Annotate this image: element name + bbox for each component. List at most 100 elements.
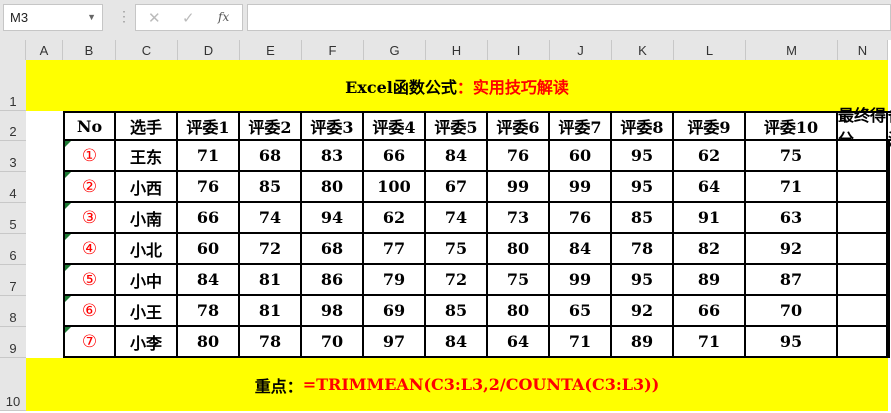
score-cell[interactable]: 60 [550, 141, 612, 172]
score-cell[interactable]: 80 [178, 327, 240, 358]
score-cell[interactable]: 66 [674, 296, 746, 327]
score-cell[interactable]: 65 [550, 296, 612, 327]
no-cell[interactable]: ① [63, 141, 116, 172]
score-cell[interactable]: 73 [488, 203, 550, 234]
select-all-button[interactable] [0, 40, 26, 60]
final-score-cell[interactable] [838, 141, 888, 172]
score-cell[interactable]: 81 [240, 265, 302, 296]
row-header-7[interactable]: 7 [0, 265, 26, 296]
remark-cell[interactable] [888, 265, 890, 296]
formula-input[interactable] [247, 4, 891, 31]
column-header-I[interactable]: I [488, 40, 550, 60]
score-cell[interactable]: 95 [612, 265, 674, 296]
enter-icon[interactable]: ✓ [182, 9, 195, 27]
score-cell[interactable]: 84 [426, 327, 488, 358]
column-header-H[interactable]: H [426, 40, 488, 60]
column-header-C[interactable]: C [116, 40, 178, 60]
score-cell[interactable]: 100 [364, 172, 426, 203]
score-cell[interactable]: 95 [612, 141, 674, 172]
column-header-D[interactable]: D [178, 40, 240, 60]
header-cell[interactable]: 评委2 [240, 111, 302, 141]
score-cell[interactable]: 66 [364, 141, 426, 172]
remark-cell[interactable] [888, 172, 890, 203]
score-cell[interactable]: 99 [550, 172, 612, 203]
no-cell[interactable]: ⑤ [63, 265, 116, 296]
score-cell[interactable]: 60 [178, 234, 240, 265]
column-header-N[interactable]: N [838, 40, 888, 60]
score-cell[interactable]: 67 [426, 172, 488, 203]
remark-cell[interactable] [888, 203, 890, 234]
score-cell[interactable]: 77 [364, 234, 426, 265]
score-cell[interactable]: 75 [426, 234, 488, 265]
remark-cell[interactable] [888, 141, 890, 172]
title-cell[interactable]: Excel函数公式 ：实用技巧解读 [26, 60, 888, 111]
column-header-K[interactable]: K [612, 40, 674, 60]
name-cell[interactable]: 小王 [116, 296, 178, 327]
name-cell[interactable]: 小中 [116, 265, 178, 296]
name-cell[interactable]: 小南 [116, 203, 178, 234]
row-header-1[interactable]: 1 [0, 60, 26, 111]
row-header-10[interactable]: 10 [0, 358, 26, 411]
score-cell[interactable]: 83 [302, 141, 364, 172]
final-score-cell[interactable] [838, 234, 888, 265]
score-cell[interactable]: 81 [240, 296, 302, 327]
column-header-A[interactable]: A [26, 40, 63, 60]
score-cell[interactable]: 80 [302, 172, 364, 203]
score-cell[interactable]: 85 [612, 203, 674, 234]
score-cell[interactable]: 82 [674, 234, 746, 265]
header-cell[interactable]: 评委8 [612, 111, 674, 141]
score-cell[interactable]: 75 [488, 265, 550, 296]
no-cell[interactable]: ② [63, 172, 116, 203]
score-cell[interactable]: 95 [746, 327, 838, 358]
column-header-E[interactable]: E [240, 40, 302, 60]
score-cell[interactable]: 91 [674, 203, 746, 234]
score-cell[interactable]: 78 [178, 296, 240, 327]
chevron-down-icon[interactable]: ▼ [87, 5, 96, 30]
score-cell[interactable]: 74 [240, 203, 302, 234]
score-cell[interactable]: 92 [746, 234, 838, 265]
score-cell[interactable]: 72 [426, 265, 488, 296]
header-cell[interactable]: 评委4 [364, 111, 426, 141]
no-cell[interactable]: ⑦ [63, 327, 116, 358]
column-header-L[interactable]: L [674, 40, 746, 60]
row-header-8[interactable]: 8 [0, 296, 26, 327]
score-cell[interactable]: 92 [612, 296, 674, 327]
score-cell[interactable]: 63 [746, 203, 838, 234]
score-cell[interactable]: 76 [488, 141, 550, 172]
insert-function-icon[interactable]: fx [218, 10, 229, 24]
score-cell[interactable]: 84 [550, 234, 612, 265]
score-cell[interactable]: 71 [674, 327, 746, 358]
row-header-2[interactable]: 2 [0, 111, 26, 141]
score-cell[interactable]: 98 [302, 296, 364, 327]
column-header-B[interactable]: B [63, 40, 116, 60]
header-cell[interactable]: 最终得分 [838, 106, 888, 149]
score-cell[interactable]: 84 [426, 141, 488, 172]
footer-cell[interactable]: 重点： =TRIMMEAN(C3:L3,2/COUNTA(C3:L3)) [26, 358, 888, 411]
score-cell[interactable]: 75 [746, 141, 838, 172]
score-cell[interactable]: 94 [302, 203, 364, 234]
score-cell[interactable]: 85 [240, 172, 302, 203]
column-header-M[interactable]: M [746, 40, 838, 60]
score-cell[interactable]: 62 [674, 141, 746, 172]
score-cell[interactable]: 76 [550, 203, 612, 234]
column-header-J[interactable]: J [550, 40, 612, 60]
no-cell[interactable]: ③ [63, 203, 116, 234]
final-score-cell[interactable] [838, 327, 888, 358]
column-header-F[interactable]: F [302, 40, 364, 60]
score-cell[interactable]: 95 [612, 172, 674, 203]
score-cell[interactable]: 69 [364, 296, 426, 327]
score-cell[interactable]: 70 [746, 296, 838, 327]
score-cell[interactable]: 85 [426, 296, 488, 327]
name-cell[interactable]: 王东 [116, 141, 178, 172]
row-header-5[interactable]: 5 [0, 203, 26, 234]
score-cell[interactable]: 99 [550, 265, 612, 296]
no-cell[interactable]: ④ [63, 234, 116, 265]
header-cell[interactable]: 评委5 [426, 111, 488, 141]
header-cell[interactable]: 评委6 [488, 111, 550, 141]
name-box[interactable]: M3 ▼ [3, 4, 103, 31]
score-cell[interactable]: 71 [550, 327, 612, 358]
row-header-4[interactable]: 4 [0, 172, 26, 203]
score-cell[interactable]: 74 [426, 203, 488, 234]
name-cell[interactable]: 小北 [116, 234, 178, 265]
score-cell[interactable]: 78 [612, 234, 674, 265]
